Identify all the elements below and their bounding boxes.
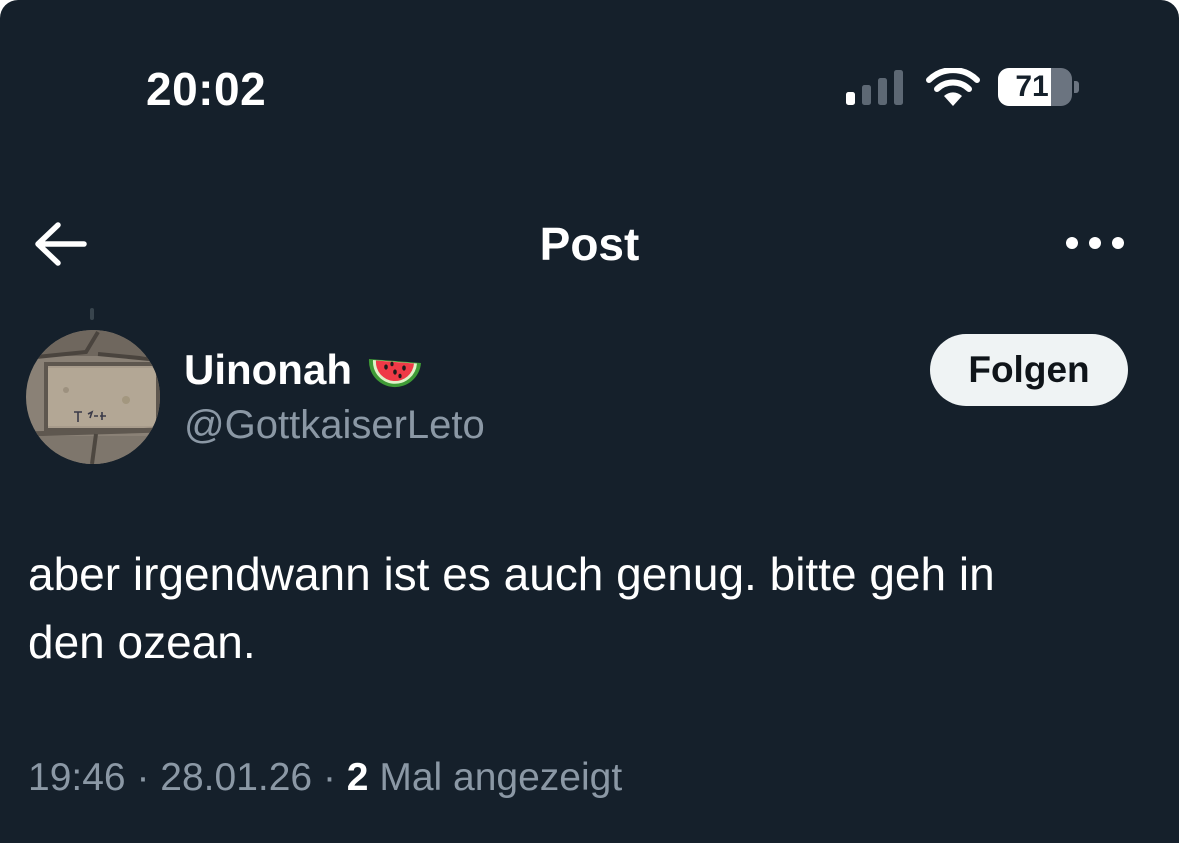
cellular-signal-icon bbox=[846, 70, 903, 105]
post-time[interactable]: 19:46 bbox=[28, 756, 126, 799]
post-text-line-1: aber irgendwann ist es auch genug. bitte… bbox=[28, 548, 995, 600]
meta-separator: · bbox=[136, 756, 150, 799]
views-label: Mal angezeigt bbox=[379, 756, 623, 799]
author-display-name[interactable]: Uinonah bbox=[184, 344, 424, 396]
author-handle[interactable]: @GottkaiserLeto bbox=[184, 400, 485, 450]
avatar[interactable] bbox=[26, 330, 160, 464]
wifi-icon bbox=[926, 68, 980, 106]
battery-level: 71 bbox=[1015, 70, 1049, 103]
meta-separator: · bbox=[322, 756, 336, 799]
battery-body: 71 bbox=[998, 68, 1072, 106]
app-screen: 20:02 71 Post Uinonah @GottkaiserLeto Fo… bbox=[0, 0, 1179, 843]
thread-connector bbox=[90, 308, 94, 320]
battery-cap bbox=[1074, 81, 1079, 93]
follow-button[interactable]: Folgen bbox=[930, 334, 1128, 406]
post-meta: 19:46 · 28.01.26 · 2 Mal angezeigt bbox=[28, 752, 622, 804]
post-text-line-2: den ozean. bbox=[28, 616, 256, 668]
author-name: Uinonah bbox=[184, 346, 352, 393]
status-bar-time: 20:02 bbox=[146, 63, 267, 115]
page-title: Post bbox=[539, 218, 640, 270]
more-options-icon[interactable] bbox=[1062, 226, 1128, 260]
post-text: aber irgendwann ist es auch genug. bitte… bbox=[28, 540, 1148, 676]
views-count: 2 bbox=[346, 756, 369, 799]
watermelon-icon bbox=[368, 359, 421, 388]
battery-indicator: 71 bbox=[998, 68, 1079, 108]
post-date[interactable]: 28.01.26 bbox=[160, 756, 312, 799]
avatar-image bbox=[26, 330, 160, 464]
